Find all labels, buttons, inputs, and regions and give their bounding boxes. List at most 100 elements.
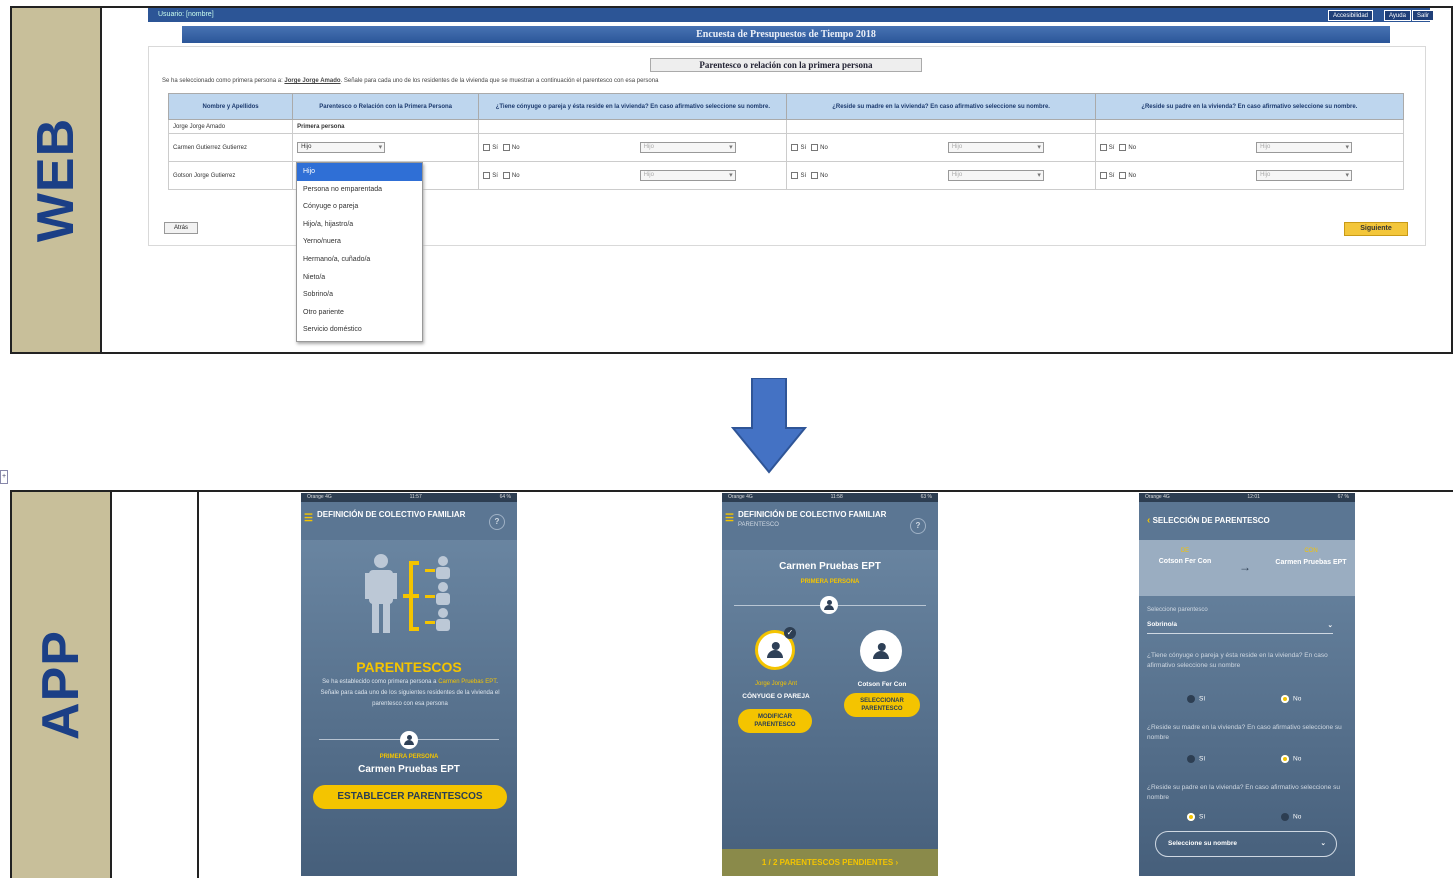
header-title: DEFINICIÓN DE COLECTIVO FAMILIAR — [317, 510, 466, 519]
spouse-yes-radio[interactable]: Sí — [1187, 695, 1205, 703]
mother-no-checkbox[interactable] — [811, 172, 819, 179]
father-no-checkbox[interactable] — [1119, 172, 1127, 179]
avatar — [400, 731, 418, 749]
status-bar: Orange 4G 11:58 63 % — [722, 493, 938, 502]
help-icon[interactable]: ? — [910, 518, 926, 534]
menu-icon[interactable]: ☰ — [725, 514, 734, 524]
mother-no-radio[interactable]: No — [1281, 755, 1301, 763]
intro-text: Se ha seleccionado como primera persona … — [162, 78, 658, 84]
user-label: Usuario: [nombre] — [158, 11, 214, 18]
web-topbar: Usuario: [nombre] Accesibilidad Ayuda Sa… — [148, 8, 1435, 22]
father-no-radio[interactable]: No — [1281, 813, 1301, 821]
intro-paragraph: Se ha establecido como primera persona a… — [320, 679, 500, 707]
help-button[interactable]: Ayuda — [1384, 10, 1411, 21]
chevron-right-icon: › — [895, 858, 899, 867]
relation-select[interactable]: Hijo — [297, 142, 386, 153]
dropdown-option[interactable]: Hijo/a, hijastro/a — [297, 216, 422, 234]
next-button[interactable]: Siguiente — [1344, 222, 1408, 236]
pending-footer[interactable]: 1 / 2 PARENTESCOS PENDIENTES › — [722, 849, 938, 876]
help-icon[interactable]: ? — [489, 514, 505, 530]
check-icon: ✓ — [784, 627, 796, 639]
person-icon — [767, 642, 783, 658]
from-label: DE — [1180, 548, 1190, 554]
accessibility-button[interactable]: Accesibilidad — [1328, 10, 1374, 21]
app-header: ☰ DEFINICIÓN DE COLECTIVO FAMILIAR PAREN… — [722, 502, 938, 550]
dropdown-option[interactable]: Hijo — [297, 163, 422, 181]
column-divider — [197, 492, 199, 878]
col-father: ¿Reside su padre en la vivienda? En caso… — [1094, 93, 1405, 120]
dropdown-option[interactable]: Sobrino/a — [297, 286, 422, 304]
app-sidebar: APP — [12, 492, 112, 878]
intro-text-a: Se ha seleccionado como primera persona … — [162, 78, 283, 84]
person-1-name: Jorge Jorge Ant — [754, 681, 798, 687]
dropdown-option[interactable]: Cónyuge o pareja — [297, 198, 422, 216]
spouse-yes-checkbox[interactable] — [483, 172, 491, 179]
back-chevron-icon[interactable]: ‹ — [1147, 515, 1150, 526]
survey-title: Encuesta de Presupuestos de Tiempo 2018 — [182, 26, 1390, 43]
dropdown-option[interactable]: Servicio doméstico — [297, 321, 422, 339]
col-spouse: ¿Tiene cónyuge o pareja y ésta reside en… — [478, 93, 788, 120]
to-name: Carmen Pruebas EPT — [1275, 559, 1347, 566]
header-title: SELECCIÓN DE PARENTESCO — [1152, 516, 1270, 525]
mother-select[interactable]: Hijo — [947, 142, 1044, 153]
parentescos-title: PARENTESCOS — [356, 659, 462, 675]
mother-yes-checkbox[interactable] — [791, 172, 799, 179]
relation-dropdown-list: Hijo Persona no emparentada Cónyuge o pa… — [296, 162, 423, 342]
row-relation: Primera persona — [292, 119, 480, 134]
intro-first-person: Jorge Jorge Amado — [284, 78, 341, 84]
row-name: Jorge Jorge Amado — [167, 119, 294, 134]
down-arrow-icon — [731, 378, 807, 474]
question-mother: ¿Reside su madre en la vivienda? En caso… — [1147, 724, 1342, 741]
intro-text-b: . Señale para cada uno de los residentes… — [340, 78, 659, 84]
table-row: Carmen Gutierrez Gutierrez Hijo Sí NoHij… — [167, 133, 1405, 162]
phone-2: Orange 4G 11:58 63 % ☰ DEFINICIÓN DE COLEC… — [722, 493, 938, 876]
father-yes-checkbox[interactable] — [1099, 172, 1107, 179]
arrow-right-icon: → — [1239, 560, 1251, 574]
mother-no-checkbox[interactable] — [811, 144, 819, 151]
relation-banner: DE Cotson Fer Con → CON Carmen Pruebas E… — [1139, 540, 1355, 596]
from-name: Cotson Fer Con — [1158, 558, 1212, 565]
spouse-no-checkbox[interactable] — [502, 172, 510, 179]
back-button[interactable]: Atrás — [164, 222, 198, 234]
person-icon — [873, 643, 889, 659]
person-2-avatar[interactable] — [860, 630, 902, 672]
dropdown-option[interactable]: Otro pariente — [297, 304, 422, 322]
name-select[interactable]: Seleccione su nombre ⌄ — [1155, 831, 1337, 857]
mother-select[interactable]: Hijo — [947, 170, 1044, 181]
modify-relation-button[interactable]: MODIFICAR PARENTESCO — [738, 709, 812, 733]
status-bar: Orange 4G 12:01 67 % — [1139, 493, 1355, 502]
question-spouse: ¿Tiene cónyuge o pareja y ésta reside en… — [1147, 652, 1328, 669]
select-label: Seleccione parentesco — [1147, 607, 1208, 613]
dropdown-option[interactable]: Nieto/a — [297, 269, 422, 287]
establish-relations-button[interactable]: ESTABLECER PARENTESCOS — [313, 785, 507, 809]
dropdown-option[interactable]: Yerno/nuera — [297, 233, 422, 251]
mother-yes-radio[interactable]: Sí — [1187, 755, 1205, 763]
phone-1: Orange 4G 11:57 64 % ☰ DEFINICIÓN DE COLEC… — [301, 493, 517, 876]
father-yes-checkbox[interactable] — [1099, 144, 1107, 151]
person-1-relation: CÓNYUGE O PAREJA — [742, 693, 810, 700]
spouse-no-radio[interactable]: No — [1281, 695, 1301, 703]
father-select[interactable]: Hijo — [1256, 170, 1353, 181]
spouse-select[interactable]: Hijo — [639, 142, 736, 153]
to-label: CON — [1304, 548, 1318, 554]
father-no-checkbox[interactable] — [1119, 144, 1127, 151]
father-yes-radio[interactable]: Sí — [1187, 813, 1205, 821]
chevron-down-icon: ⌄ — [1320, 840, 1326, 847]
dropdown-option[interactable]: Hermano/a, cuñado/a — [297, 251, 422, 269]
person-icon — [404, 735, 414, 745]
row-name: Carmen Gutierrez Gutierrez — [167, 133, 294, 162]
spouse-no-checkbox[interactable] — [502, 144, 510, 151]
dropdown-option[interactable]: Persona no emparentada — [297, 181, 422, 199]
col-name: Nombre y Apellidos — [167, 93, 294, 120]
select-relation-button[interactable]: SELECCIONAR PARENTESCO — [844, 693, 920, 717]
person-icon — [824, 600, 834, 610]
spouse-yes-checkbox[interactable] — [483, 144, 491, 151]
menu-icon[interactable]: ☰ — [304, 514, 313, 524]
first-person-name: Carmen Pruebas EPT — [358, 764, 460, 775]
spouse-select[interactable]: Hijo — [639, 170, 736, 181]
mother-yes-checkbox[interactable] — [791, 144, 799, 151]
father-select[interactable]: Hijo — [1256, 142, 1353, 153]
relation-select[interactable]: Sobrino/a ⌄ — [1147, 621, 1333, 634]
question-father: ¿Reside su padre en la vivienda? En caso… — [1147, 784, 1340, 801]
exit-button[interactable]: Salir — [1412, 10, 1435, 21]
